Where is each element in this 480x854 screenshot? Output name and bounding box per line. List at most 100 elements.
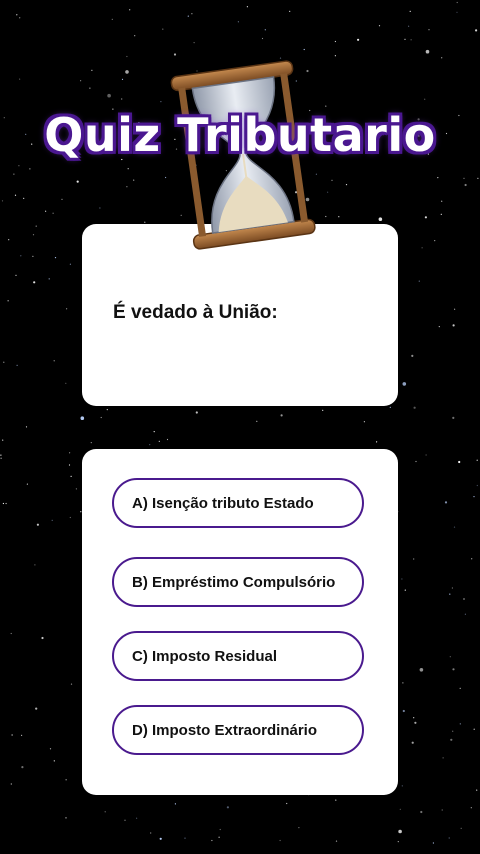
question-text: É vedado à União: <box>113 302 278 323</box>
star <box>0 454 2 456</box>
star <box>420 810 423 814</box>
star <box>331 179 333 181</box>
star <box>66 308 68 310</box>
star <box>32 255 34 257</box>
star <box>289 10 291 12</box>
star <box>69 452 71 454</box>
star <box>442 757 444 759</box>
star <box>261 37 264 40</box>
option-a-button[interactable]: A) Isenção tributo Estado <box>112 478 364 528</box>
star <box>125 70 129 74</box>
star <box>7 300 9 302</box>
star <box>0 457 2 459</box>
star <box>378 25 381 27</box>
star <box>378 217 383 221</box>
star <box>124 819 126 821</box>
option-b-button[interactable]: B) Empréstimo Compulsório <box>112 557 364 607</box>
star <box>18 165 20 167</box>
star <box>338 216 340 218</box>
star <box>298 827 300 829</box>
star <box>456 11 458 13</box>
star <box>397 841 399 843</box>
star <box>153 431 155 433</box>
option-d-button[interactable]: D) Imposto Extraordinário <box>112 705 364 755</box>
star <box>165 176 167 179</box>
star <box>419 668 424 672</box>
star <box>459 723 461 725</box>
star <box>126 55 128 58</box>
star <box>65 779 67 781</box>
star <box>409 10 411 12</box>
star <box>90 442 92 444</box>
star <box>458 460 461 464</box>
star <box>48 278 50 280</box>
star <box>357 38 360 41</box>
star <box>399 808 401 810</box>
star <box>452 730 454 732</box>
star <box>463 177 465 179</box>
star <box>166 438 169 441</box>
star <box>471 558 473 560</box>
star <box>21 734 23 737</box>
star <box>1 200 4 202</box>
star <box>54 257 57 259</box>
star <box>219 828 221 831</box>
star <box>438 326 440 328</box>
star <box>404 38 406 40</box>
star <box>16 14 18 16</box>
star <box>303 48 305 51</box>
star <box>16 364 18 366</box>
star <box>335 799 337 801</box>
star <box>450 738 453 741</box>
star <box>421 247 423 249</box>
star <box>80 416 85 421</box>
star <box>99 207 101 209</box>
star <box>70 683 73 685</box>
star <box>464 183 467 187</box>
star <box>424 216 427 219</box>
star <box>453 526 456 528</box>
star <box>211 839 213 842</box>
star <box>35 225 37 227</box>
star <box>49 748 52 750</box>
star <box>413 717 415 719</box>
star <box>52 212 54 214</box>
star <box>334 40 336 43</box>
star <box>401 578 403 580</box>
star <box>65 382 67 384</box>
star <box>402 709 405 713</box>
star <box>158 440 160 442</box>
star <box>389 406 391 408</box>
star <box>325 105 327 107</box>
star <box>191 13 193 15</box>
star <box>68 464 71 466</box>
star <box>452 668 455 671</box>
star <box>134 35 136 37</box>
star <box>464 613 466 615</box>
star <box>413 406 416 409</box>
star <box>10 632 12 635</box>
star <box>476 789 478 791</box>
star <box>256 420 258 422</box>
star <box>160 101 162 103</box>
star <box>33 281 36 284</box>
star <box>25 426 28 428</box>
star <box>404 589 406 591</box>
star <box>476 459 478 461</box>
star <box>76 180 79 183</box>
star <box>322 409 324 411</box>
star <box>127 168 129 170</box>
star <box>401 785 403 787</box>
star <box>441 200 443 202</box>
option-c-button[interactable]: C) Imposto Residual <box>112 631 364 681</box>
star <box>264 29 266 31</box>
star <box>51 519 53 522</box>
star <box>441 809 443 811</box>
star <box>19 78 21 80</box>
star <box>414 721 417 724</box>
star <box>451 587 453 589</box>
star <box>402 682 404 684</box>
star <box>413 558 415 560</box>
star <box>19 17 21 19</box>
star <box>411 741 414 744</box>
